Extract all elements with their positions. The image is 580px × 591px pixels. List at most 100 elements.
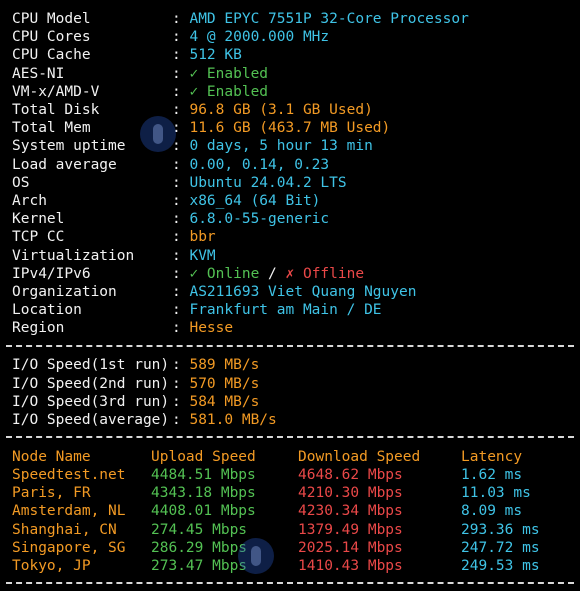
info-label: Arch [12,193,47,209]
info-colon: : [172,211,190,228]
speedtest-cell-upload: 274.45 Mbps [151,521,248,538]
info-value: 512 KB [189,47,242,64]
io-row: I/O Speed(1st run): 589 MB/s [12,356,259,374]
speedtest-cell-latency: 293.36 ms [461,521,540,538]
io-value: 570 MB/s [189,375,260,392]
speedtest-cell-upload: 286.29 Mbps [151,539,248,556]
speedtest-cell-node: Singapore, SG [12,539,126,556]
info-label: Virtualization [12,247,135,264]
info-colon: : [172,47,190,64]
info-colon: : [172,65,190,82]
info-label: OS [12,174,30,191]
speedtest-cell-download: 2025.14 Mbps [298,539,403,556]
info-row: System uptime: 0 days, 5 hour 13 min [12,137,373,155]
info-colon: : [172,302,190,319]
info-row: VM-x/AMD-V: ✓ Enabled [12,83,268,101]
info-value: 4 @ 2000.000 MHz [189,29,330,46]
speedtest-cell-latency: 1.62 ms [461,467,523,483]
info-colon: : [172,193,190,209]
speedtest-cell-latency: 11.03 ms [461,485,531,502]
info-label: IPv4/IPv6 [12,265,91,282]
info-row: Kernel: 6.8.0-55-generic [12,210,329,228]
speedtest-cell-download: 4210.30 Mbps [298,485,403,502]
info-row: Total Mem: 11.6 GB (463.7 MB Used) [12,119,390,137]
io-colon: : [172,393,190,410]
info-value: 6.8.0-55-generic [189,211,330,228]
io-label: I/O Speed(1st run) [12,357,170,374]
info-value: Frankfurt am Main / DE [189,302,382,319]
info-colon: : [172,174,190,191]
io-row: I/O Speed(2nd run): 570 MB/s [12,375,259,393]
info-label: AES-NI [12,65,65,82]
info-colon: : [172,284,190,300]
speedtest-cell-latency: 8.09 ms [461,503,523,520]
info-row: Total Disk: 96.8 GB (3.1 GB Used) [12,101,373,119]
info-row: CPU Model: AMD EPYC 7551P 32-Core Proces… [12,10,469,28]
io-colon: : [172,411,190,428]
info-value: KVM [189,247,216,264]
info-row-ip: IPv4/IPv6: ✓ Online / ✗ Offline [12,265,364,283]
info-row: CPU Cores: 4 @ 2000.000 MHz [12,28,329,46]
info-value: Hesse [189,320,234,337]
speedtest-cell-upload: 273.47 Mbps [151,558,248,574]
info-value: AMD EPYC 7551P 32-Core Processor [189,11,469,27]
info-label: Total Disk [12,102,100,118]
info-row: Organization: AS211693 Viet Quang Nguyen [12,283,416,301]
info-row: AES-NI: ✓ Enabled [12,65,268,83]
info-row: Location: Frankfurt am Main / DE [12,301,382,319]
info-value: ✓ Enabled [189,83,269,100]
speedtest-cell-upload: 4408.01 Mbps [151,503,256,520]
info-label: CPU Cores [12,29,91,46]
terminal-window: CPU Model: AMD EPYC 7551P 32-Core Proces… [0,0,580,591]
speedtest-cell-download: 4648.62 Mbps [298,467,403,483]
speedtest-cell-node: Tokyo, JP [12,558,91,574]
dashed-separator [6,436,574,439]
info-row: Arch: x86_64 (64 Bit) [12,192,320,210]
io-row: I/O Speed(average): 581.0 MB/s [12,411,277,429]
io-row: I/O Speed(3rd run): 584 MB/s [12,393,259,411]
info-row: Region: Hesse [12,319,233,337]
info-value: 11.6 GB (463.7 MB Used) [189,120,391,137]
info-colon: : [172,102,190,118]
info-label: Kernel [12,211,65,228]
info-label: VM-x/AMD-V [12,83,100,100]
info-colon: : [172,229,190,246]
io-label: I/O Speed(2nd run) [12,375,170,392]
speedtest-cell-latency: 247.72 ms [461,539,540,556]
io-colon: : [172,357,190,374]
info-label: Region [12,320,65,337]
io-value: 589 MB/s [189,357,260,374]
info-row: Virtualization: KVM [12,247,216,265]
info-colon: : [172,83,190,100]
speedtest-header-upload: Upload Speed [151,448,256,465]
info-value: Ubuntu 24.04.2 LTS [189,174,347,191]
io-label: I/O Speed(average) [12,411,170,428]
info-row: Load average: 0.00, 0.14, 0.23 [12,156,329,174]
speedtest-cell-upload: 4343.18 Mbps [151,485,256,502]
watermark-logo [238,538,274,574]
speedtest-cell-download: 1379.49 Mbps [298,521,403,538]
speedtest-cell-download: 4230.34 Mbps [298,503,403,520]
info-value: AS211693 Viet Quang Nguyen [189,284,417,300]
ip-slash: / [259,265,286,282]
info-value: 96.8 GB (3.1 GB Used) [189,102,373,118]
info-value: bbr [189,229,216,246]
info-label: TCP CC [12,229,65,246]
io-value: 581.0 MB/s [189,411,277,428]
speedtest-header-node: Node Name [12,448,91,465]
info-value: 0 days, 5 hour 13 min [189,138,373,155]
info-label: Load average [12,156,117,173]
info-value: x86_64 (64 Bit) [189,193,321,209]
info-colon: : [172,247,190,264]
info-label: Location [12,302,82,319]
info-value: ✓ Enabled [189,65,269,82]
info-row: CPU Cache: 512 KB [12,46,242,64]
ipv6-status: ✗ Offline [285,265,365,282]
speedtest-cell-node: Amsterdam, NL [12,503,126,520]
dashed-separator [6,344,574,347]
info-colon: : [172,320,190,337]
ipv4-status: ✓ Online [189,265,260,282]
info-colon: : [172,29,190,46]
io-label: I/O Speed(3rd run) [12,393,170,410]
info-label: CPU Cache [12,47,91,64]
